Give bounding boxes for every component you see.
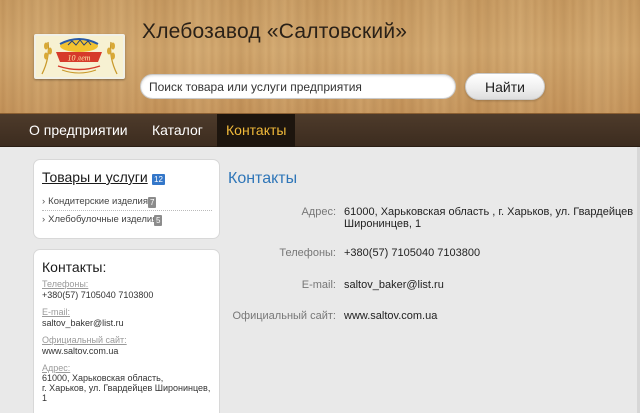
- address-line: 1: [42, 393, 48, 403]
- search-button[interactable]: Найти: [465, 73, 545, 100]
- phone-label: Телефоны:: [42, 279, 89, 289]
- nav-item-about[interactable]: О предприятии: [20, 114, 137, 147]
- site-row-label: Официальный сайт:: [232, 310, 336, 322]
- goods-item-bakery[interactable]: › Хлебобулочные изделия: [42, 214, 157, 225]
- nav-item-contacts[interactable]: Контакты: [217, 114, 296, 147]
- site-value[interactable]: www.saltov.com.ua: [42, 346, 217, 356]
- goods-item-count-badge: 7: [148, 197, 157, 208]
- logo-image: 10 лет: [36, 36, 123, 77]
- nav-item-catalog[interactable]: Каталог: [143, 114, 212, 147]
- goods-item-confectionery[interactable]: › Кондитерские изделия: [42, 196, 148, 207]
- site-header: 10 лет Хлебозавод «Салтовский» Найти: [0, 0, 640, 114]
- email-row-value[interactable]: saltov_baker@list.ru: [344, 279, 444, 292]
- goods-item-label: Кондитерские изделия: [48, 196, 148, 207]
- divider: [42, 210, 212, 211]
- contacts-panel: Контакты: Телефоны: +380(57) 7105040 710…: [33, 249, 220, 413]
- site-label: Официальный сайт:: [42, 335, 127, 345]
- goods-panel: Товары и услуги 12 › Кондитерские изделия…: [33, 159, 220, 239]
- phone-row-value: +380(57) 7105040 7103800: [344, 247, 481, 259]
- search-input[interactable]: [140, 74, 456, 99]
- phone-value: +380(57) 7105040 7103800: [42, 290, 154, 300]
- address-row-value-cont: Широнинцев, 1: [344, 218, 422, 230]
- phone-row-label: Телефоны:: [279, 247, 336, 259]
- address-row-label: Адрес:: [301, 206, 336, 218]
- email-row-label: E-mail:: [301, 279, 336, 291]
- goods-item-count-badge: 5: [154, 215, 163, 226]
- chevron-right-icon: ›: [42, 214, 46, 225]
- address-line: 61000, Харьковская область,: [42, 373, 164, 383]
- logo-text: 10 лет: [68, 54, 91, 63]
- goods-count-badge: 12: [152, 174, 165, 185]
- contacts-panel-title: Контакты:: [42, 259, 107, 275]
- address-label: Адрес:: [42, 363, 71, 373]
- site-title: Хлебозавод «Салтовский»: [142, 20, 408, 43]
- company-logo[interactable]: 10 лет: [34, 34, 125, 79]
- email-value[interactable]: saltov_baker@list.ru: [42, 318, 217, 328]
- chevron-right-icon: ›: [42, 196, 46, 207]
- goods-item-label: Хлебобулочные изделия: [48, 214, 158, 225]
- main-nav: О предприятии Каталог Контакты: [0, 114, 640, 147]
- goods-title-link[interactable]: Товары и услуги: [42, 169, 148, 185]
- page-title: Контакты: [228, 170, 298, 187]
- site-row-value[interactable]: www.saltov.com.ua: [344, 310, 437, 323]
- address-line: г. Харьков, ул. Гвардейцев Широнинцев,: [42, 383, 211, 393]
- email-label: E-mail:: [42, 307, 71, 317]
